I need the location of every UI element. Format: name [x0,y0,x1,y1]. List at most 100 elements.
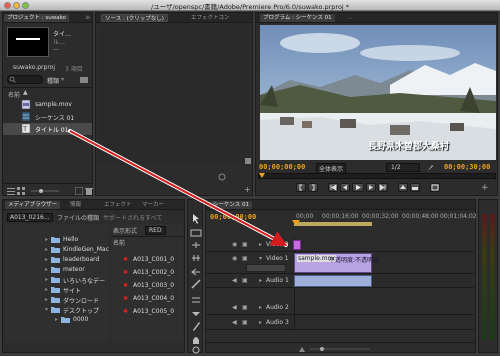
hand-tool-icon[interactable] [193,337,199,344]
file-item[interactable]: ✱ A013_C001_0 [111,256,183,266]
wrench-icon[interactable] [426,164,434,172]
column-name[interactable]: 名前 [8,90,20,99]
search-mode-select[interactable]: 種類 [47,76,59,85]
timeline-timecode[interactable]: 00;00;00;00 [210,213,256,221]
rate-stretch-tool-icon[interactable] [191,268,200,276]
new-bin-icon[interactable] [79,76,89,84]
step-forward-button[interactable] [366,183,376,192]
file-column-name[interactable]: 名前 [113,238,125,247]
file-label: A013_C003_0 [133,282,175,289]
panel-menu-icon[interactable]: ≡ [85,14,90,21]
tab-overflow[interactable]: … [344,14,356,22]
list-item[interactable]: sample.mov [3,99,92,111]
stop-icon[interactable] [244,157,252,165]
playhead-marker-icon[interactable] [259,173,265,179]
file-item[interactable]: ✱ A013_C003_0 [111,282,183,292]
list-item-selected[interactable]: T タイトル 01 [3,123,92,135]
timeline-ruler[interactable]: 00;00 00;00;16;00 00;00;32;00 00;00;48;0… [292,212,477,236]
lock-icon[interactable]: ▣ [242,319,248,326]
playhead-icon[interactable] [292,220,300,228]
list-view-icon[interactable] [7,187,15,195]
display-format-select[interactable]: RED [145,226,166,235]
track-video-2: ◉ ▣ ▸ Video 2 [206,238,474,252]
add-button-icon[interactable]: + [244,185,251,194]
clip-audio1-sample[interactable] [294,275,372,287]
tab-effects[interactable]: エフェクト [101,201,135,209]
folder-icon [51,247,60,253]
file-item[interactable]: ✱ A013_C004_0 [111,295,183,305]
folder-label: Hello [63,236,79,243]
eye-icon[interactable]: ◉ [232,241,237,248]
ripple-edit-tool-icon[interactable] [192,242,200,248]
zoom-select[interactable]: 1/2 [386,163,420,172]
file-type-select[interactable]: サポートされるすべて [103,213,162,222]
disclosure-icon[interactable]: ▸ [259,304,262,311]
red-file-icon: ✱ [123,295,129,302]
disclosure-icon[interactable]: ▸ [259,319,262,326]
lock-icon[interactable]: ▣ [242,255,248,262]
lift-button[interactable] [398,183,408,192]
extract-button[interactable] [410,183,420,192]
list-item[interactable]: シーケンス 01 [3,111,92,123]
speaker-icon[interactable]: ◀ [232,277,237,284]
zoom-slider[interactable] [31,187,59,195]
slide-tool-icon[interactable] [192,312,200,316]
file-item[interactable]: ✱ A013_C005_0 [111,308,183,318]
play-button[interactable] [352,183,364,192]
export-frame-button[interactable] [430,183,440,192]
clip-fx-label: 不透明度:不透明度 [329,257,380,264]
track-select-tool-icon[interactable] [190,229,202,237]
rolling-edit-tool-icon[interactable] [192,255,200,261]
search-field[interactable] [7,75,43,84]
disclosure-icon[interactable]: ▸ [259,241,262,248]
timeline-zoom-slider[interactable] [310,345,370,353]
disclosure-icon[interactable]: ▾ [259,255,262,262]
tab-program[interactable]: プログラム : シーケンス 01 [260,14,335,22]
eye-icon[interactable]: ◉ [232,255,237,262]
new-item-icon[interactable] [75,187,83,195]
button-editor-icon[interactable]: + [481,183,489,193]
lock-icon[interactable]: ▣ [242,304,248,311]
work-area-bar[interactable] [294,222,372,226]
speaker-icon[interactable]: ◀ [232,319,237,326]
selection-tool-icon[interactable] [193,214,199,224]
keyframe-nav[interactable] [246,264,286,272]
clip-video1-sample[interactable]: sample.mov 不透明度:不透明度 [294,253,379,273]
tab-info[interactable]: 情報 [67,201,84,209]
drive-select[interactable]: A013_0216... [7,213,53,222]
program-time-ruler[interactable] [258,173,496,179]
razor-tool-icon[interactable] [191,279,201,289]
zoom-out-timeline-icon[interactable] [298,345,306,353]
tab-project[interactable]: プロジェクト : suwako [4,14,69,22]
sort-ascending-icon[interactable]: ▲ [23,89,28,96]
chevron-down-icon[interactable]: ▾ [61,76,64,83]
mark-in-button[interactable] [296,183,306,192]
step-back-button[interactable] [340,183,350,192]
go-to-in-button[interactable] [328,183,338,192]
tab-sequence[interactable]: シーケンス 01 [210,201,252,209]
tab-media-browser[interactable]: メディアブラウザー [5,201,61,209]
go-to-out-button[interactable] [378,183,388,192]
folder-icon [51,297,60,303]
slip-tool-icon[interactable] [192,297,200,303]
track-name: Video 2 [266,241,289,248]
lock-icon[interactable]: ▣ [242,241,248,248]
icon-view-icon[interactable] [17,187,25,195]
movie-file-icon [21,100,31,109]
display-format-label: 表示形式 [113,228,138,235]
sequence-icon [21,112,31,121]
tab-markers[interactable]: マーカー [139,201,167,209]
file-item[interactable]: ✱ A013_C002_0 [111,269,183,279]
pen-tool-icon[interactable] [193,322,200,331]
mark-out-button[interactable] [308,183,318,192]
dropping-title-clip[interactable] [293,240,301,250]
tab-effect-controls[interactable]: エフェクトコン [188,14,233,22]
zoom-tool-icon[interactable] [192,346,200,354]
program-timecode-current[interactable]: 00;00;00;00 [259,163,305,171]
tab-source[interactable]: ソース : (クリップなし) [101,14,168,22]
disclosure-icon[interactable]: ▸ [259,277,262,284]
trash-icon[interactable] [85,187,93,195]
settings-icon[interactable] [218,173,226,181]
speaker-icon[interactable]: ◀ [232,304,237,311]
lock-icon[interactable]: ▣ [242,277,248,284]
